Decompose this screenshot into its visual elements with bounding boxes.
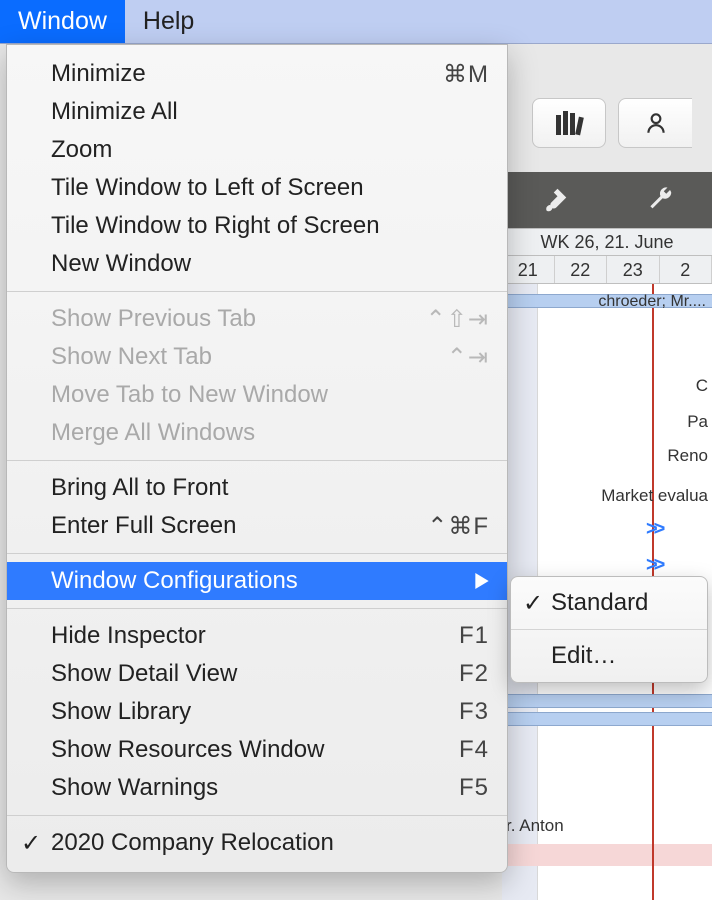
menu-label: Hide Inspector xyxy=(51,622,206,650)
menu-move-tab-new: Move Tab to New Window xyxy=(7,376,507,414)
books-icon xyxy=(556,111,582,135)
shortcut: ⌃⇧⇥ xyxy=(426,305,489,334)
menu-label: Merge All Windows xyxy=(51,419,255,447)
summary-bar[interactable]: chroeder; Mr.... xyxy=(502,294,712,308)
menu-label: Minimize All xyxy=(51,98,178,126)
menu-minimize[interactable]: Minimize ⌘M xyxy=(7,55,507,93)
menu-label: Enter Full Screen xyxy=(51,512,236,540)
checkmark-icon: ✓ xyxy=(21,829,41,858)
menu-label: Bring All to Front xyxy=(51,474,228,502)
submenu-label: Edit… xyxy=(551,642,616,670)
timeline-day-header: 21 22 23 2 xyxy=(502,256,712,284)
menu-bring-front[interactable]: Bring All to Front xyxy=(7,469,507,507)
menu-tile-right[interactable]: Tile Window to Right of Screen xyxy=(7,207,507,245)
brush-icon[interactable] xyxy=(540,185,570,215)
menubar-window[interactable]: Window xyxy=(0,0,125,43)
bar-label: chroeder; Mr.... xyxy=(598,293,706,311)
menu-show-resources[interactable]: Show Resources Window F4 xyxy=(7,731,507,769)
shortcut: F3 xyxy=(459,698,489,726)
menu-separator xyxy=(7,291,507,292)
person-icon xyxy=(643,110,669,136)
timeline-week-header: WK 26, 21. June xyxy=(502,228,712,256)
menu-zoom[interactable]: Zoom xyxy=(7,131,507,169)
menu-show-prev-tab: Show Previous Tab ⌃⇧⇥ xyxy=(7,300,507,338)
fast-forward-icon[interactable]: >> xyxy=(646,554,661,577)
summary-bar[interactable] xyxy=(502,712,712,726)
inspector-toolbar xyxy=(502,172,712,228)
submenu-edit[interactable]: Edit… xyxy=(511,636,707,676)
submenu-label: Standard xyxy=(551,589,648,617)
window-configurations-submenu: ✓ Standard Edit… xyxy=(510,576,708,683)
menu-show-warnings[interactable]: Show Warnings F5 xyxy=(7,769,507,807)
menu-label: 2020 Company Relocation xyxy=(51,829,334,857)
task-label: C xyxy=(696,376,708,396)
fast-forward-icon[interactable]: >> xyxy=(646,518,661,541)
shortcut: F5 xyxy=(459,774,489,802)
day-cell[interactable]: 21 xyxy=(502,256,555,283)
day-cell[interactable]: 23 xyxy=(607,256,660,283)
menu-separator xyxy=(511,629,707,630)
shortcut: F2 xyxy=(459,660,489,688)
shortcut: ⌃⇥ xyxy=(447,343,489,372)
menu-label: Show Previous Tab xyxy=(51,305,256,333)
menu-show-detail[interactable]: Show Detail View F2 xyxy=(7,655,507,693)
checkmark-icon: ✓ xyxy=(523,589,543,618)
menu-label: Show Detail View xyxy=(51,660,237,688)
window-menu-dropdown: Minimize ⌘M Minimize All Zoom Tile Windo… xyxy=(6,44,508,873)
menu-label: Tile Window to Right of Screen xyxy=(51,212,380,240)
menu-label: Window Configurations xyxy=(51,567,298,595)
menu-hide-inspector[interactable]: Hide Inspector F1 xyxy=(7,617,507,655)
menu-merge-all: Merge All Windows xyxy=(7,414,507,452)
menu-separator xyxy=(7,608,507,609)
shortcut: F1 xyxy=(459,622,489,650)
menu-label: Show Library xyxy=(51,698,191,726)
menu-minimize-all[interactable]: Minimize All xyxy=(7,93,507,131)
task-label: Reno xyxy=(667,446,708,466)
menu-separator xyxy=(7,553,507,554)
menu-label: Move Tab to New Window xyxy=(51,381,328,409)
menu-show-next-tab: Show Next Tab ⌃⇥ xyxy=(7,338,507,376)
day-cell[interactable]: 22 xyxy=(555,256,608,283)
menu-document-window[interactable]: ✓ 2020 Company Relocation xyxy=(7,824,507,862)
resources-button[interactable] xyxy=(618,98,692,148)
menu-show-library[interactable]: Show Library F3 xyxy=(7,693,507,731)
menu-separator xyxy=(7,460,507,461)
today-line xyxy=(652,824,654,900)
menu-label: Show Next Tab xyxy=(51,343,212,371)
menubar-help[interactable]: Help xyxy=(125,0,212,43)
submenu-standard[interactable]: ✓ Standard xyxy=(511,583,707,623)
menu-tile-left[interactable]: Tile Window to Left of Screen xyxy=(7,169,507,207)
menu-window-configurations[interactable]: Window Configurations xyxy=(7,562,507,600)
menu-label: Minimize xyxy=(51,60,146,88)
wrench-icon[interactable] xyxy=(645,185,675,215)
menu-label: Show Warnings xyxy=(51,774,218,802)
menu-label: Zoom xyxy=(51,136,112,164)
day-cell[interactable]: 2 xyxy=(660,256,712,283)
library-button[interactable] xyxy=(532,98,606,148)
menu-label: Show Resources Window xyxy=(51,736,324,764)
shortcut: ⌃⌘F xyxy=(427,512,489,541)
task-label: Pa xyxy=(687,412,708,432)
menu-enter-fullscreen[interactable]: Enter Full Screen ⌃⌘F xyxy=(7,507,507,545)
menubar: Window Help xyxy=(0,0,712,44)
menu-new-window[interactable]: New Window xyxy=(7,245,507,283)
task-label: Market evalua xyxy=(601,486,708,506)
submenu-arrow-icon xyxy=(475,573,489,589)
resource-bar[interactable] xyxy=(502,844,712,866)
menu-label: Tile Window to Left of Screen xyxy=(51,174,364,202)
gantt-timeline: WK 26, 21. June 21 22 23 2 chroeder; Mr.… xyxy=(502,228,712,900)
menu-separator xyxy=(7,815,507,816)
menu-label: New Window xyxy=(51,250,191,278)
shortcut: F4 xyxy=(459,736,489,764)
task-label: r. Anton xyxy=(506,816,564,836)
summary-bar[interactable] xyxy=(502,694,712,708)
shortcut: ⌘M xyxy=(443,60,489,89)
